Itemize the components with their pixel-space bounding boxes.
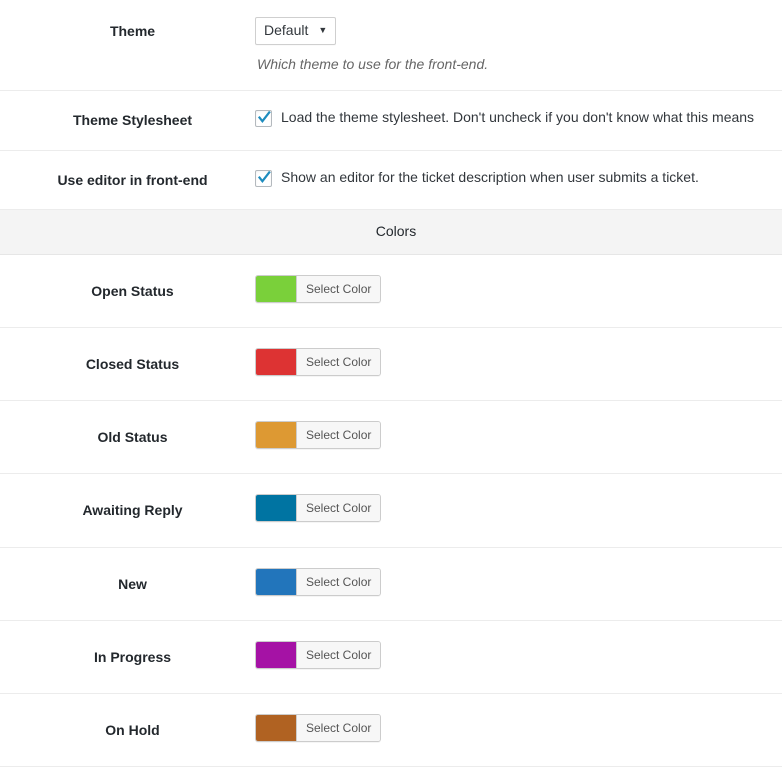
- color-picker-button[interactable]: Select Color: [255, 421, 382, 450]
- field-label: In Progress: [93, 648, 172, 665]
- color-picker-button[interactable]: Select Color: [255, 713, 382, 742]
- use-editor-checkbox-label: Show an editor for the ticket descriptio…: [281, 168, 699, 185]
- theme-select-value: Default: [264, 22, 309, 38]
- field-cell-color: Select Color: [255, 693, 782, 766]
- select-color-label: Select Color: [297, 714, 381, 741]
- field-cell-color: Select Color: [255, 620, 782, 693]
- field-cell-color: Select Color: [255, 401, 782, 474]
- settings-row-color-0: Open Status Select Color: [0, 254, 782, 328]
- color-picker-button[interactable]: Select Color: [255, 494, 382, 523]
- select-color-label: Select Color: [297, 641, 381, 668]
- color-swatch[interactable]: [256, 568, 297, 595]
- field-label: Use editor in front-end: [57, 171, 208, 188]
- checkmark-icon: [257, 111, 271, 124]
- select-color-label: Select Color: [297, 275, 381, 302]
- label-cell-color: Old Status: [0, 401, 255, 474]
- field-cell-color: Select Color: [255, 327, 782, 400]
- label-cell-use-editor: Use editor in front-end: [0, 150, 255, 209]
- theme-stylesheet-checkbox[interactable]: [255, 110, 272, 128]
- color-picker-button[interactable]: Select Color: [255, 274, 382, 303]
- label-cell-color: New: [0, 547, 255, 620]
- settings-row-use-editor: Use editor in front-end Show an editor f…: [0, 150, 782, 210]
- field-cell-theme-stylesheet: Load the theme stylesheet. Don't uncheck…: [255, 91, 782, 150]
- field-label: Open Status: [91, 282, 174, 299]
- color-swatch[interactable]: [256, 714, 297, 741]
- settings-row-color-1: Closed Status Select Color: [0, 327, 782, 401]
- select-color-label: Select Color: [297, 422, 381, 449]
- label-cell-color: Open Status: [0, 254, 255, 327]
- field-label: On Hold: [105, 721, 160, 738]
- settings-row-color-6: On Hold Select Color: [0, 693, 782, 767]
- field-label: Awaiting Reply: [82, 502, 183, 519]
- settings-row-color-2: Old Status Select Color: [0, 401, 782, 474]
- select-color-label: Select Color: [297, 568, 381, 595]
- color-picker-button[interactable]: Select Color: [255, 347, 382, 376]
- settings-row-color-3: Awaiting Reply Select Color: [0, 474, 782, 548]
- field-label: New: [118, 575, 147, 592]
- select-color-label: Select Color: [297, 495, 381, 522]
- field-label: Theme: [109, 23, 156, 39]
- field-cell-use-editor: Show an editor for the ticket descriptio…: [255, 150, 782, 209]
- field-cell-color: Select Color: [255, 474, 782, 547]
- field-cell-theme: Default ▼ Which theme to use for the fron…: [255, 0, 782, 91]
- label-cell-color: Closed Status: [0, 327, 255, 400]
- settings-row-color-4: New Select Color: [0, 547, 782, 621]
- field-label: Theme Stylesheet: [72, 112, 193, 129]
- chevron-down-icon: ▼: [318, 25, 328, 35]
- section-header-colors: Colors: [0, 209, 782, 255]
- settings-table-body: Theme Default ▼ Which theme to use for th…: [0, 0, 782, 255]
- color-picker-button[interactable]: Select Color: [255, 640, 382, 669]
- section-header-cell: Colors: [0, 209, 782, 254]
- label-cell-theme-stylesheet: Theme Stylesheet: [0, 91, 255, 150]
- color-rows-body: Open Status Select Color Closed Status S…: [0, 254, 782, 767]
- color-swatch[interactable]: [256, 495, 297, 522]
- theme-select[interactable]: Default ▼: [255, 17, 337, 45]
- label-cell-color: Awaiting Reply: [0, 474, 255, 547]
- theme-stylesheet-checkbox-label: Load the theme stylesheet. Don't uncheck…: [281, 109, 755, 126]
- label-cell-color: In Progress: [0, 620, 255, 693]
- color-swatch[interactable]: [256, 275, 297, 302]
- field-label: Closed Status: [85, 355, 180, 372]
- select-color-label: Select Color: [297, 348, 381, 375]
- settings-row-theme-stylesheet: Theme Stylesheet Load the theme styleshe…: [0, 91, 782, 151]
- field-cell-color: Select Color: [255, 547, 782, 620]
- settings-row-color-5: In Progress Select Color: [0, 620, 782, 694]
- use-editor-checkbox[interactable]: [255, 169, 272, 187]
- section-title: Colors: [375, 222, 417, 239]
- checkbox-line: Show an editor for the ticket descriptio…: [255, 169, 772, 187]
- theme-description: Which theme to use for the front-end.: [257, 55, 489, 72]
- color-picker-button[interactable]: Select Color: [255, 567, 382, 596]
- color-swatch[interactable]: [256, 348, 297, 375]
- checkmark-icon: [257, 170, 271, 183]
- checkbox-line: Load the theme stylesheet. Don't uncheck…: [255, 109, 772, 128]
- field-cell-color: Select Color: [255, 254, 782, 327]
- settings-form-table: Theme Default ▼ Which theme to use for th…: [0, 0, 782, 767]
- settings-row-theme: Theme Default ▼ Which theme to use for th…: [0, 0, 782, 91]
- label-cell-theme: Theme: [0, 0, 255, 91]
- label-cell-color: On Hold: [0, 693, 255, 766]
- field-label: Old Status: [97, 429, 168, 446]
- color-swatch[interactable]: [256, 641, 297, 668]
- color-swatch[interactable]: [256, 422, 297, 449]
